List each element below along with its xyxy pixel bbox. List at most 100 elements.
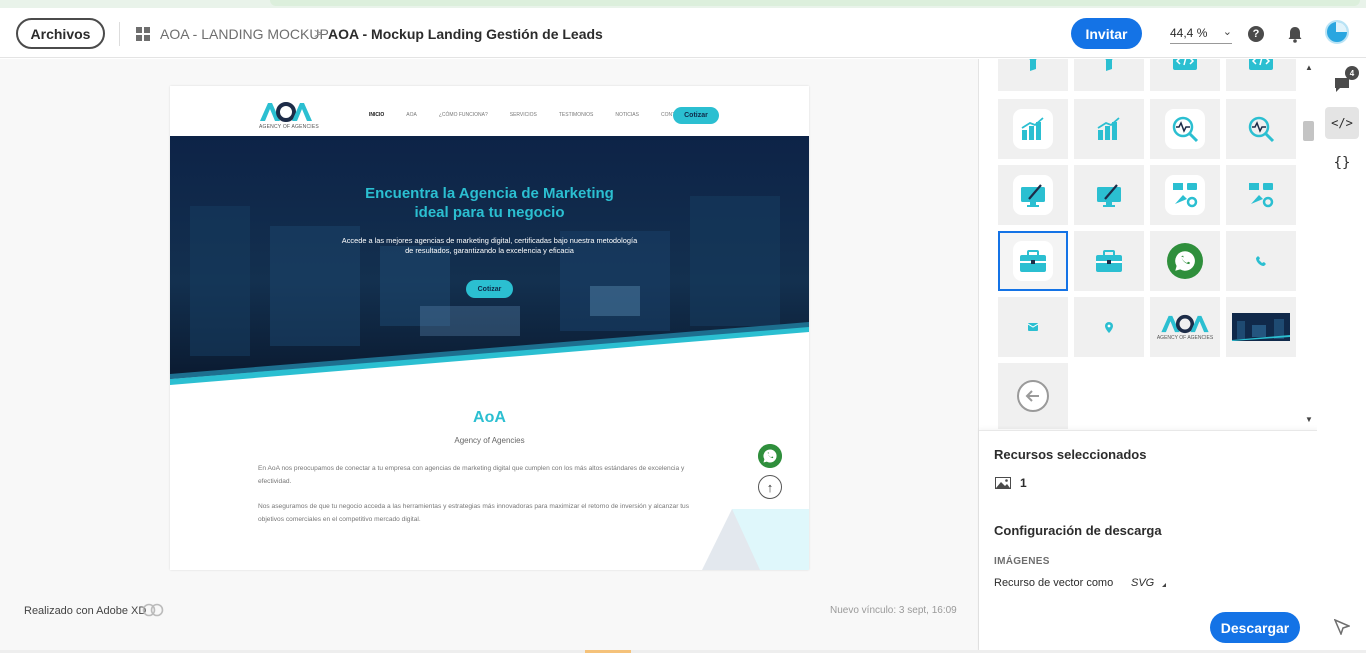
code-icon (1249, 59, 1273, 70)
help-icon[interactable]: ? (1248, 26, 1264, 42)
location-icon (1105, 321, 1113, 333)
hero-image-thumbnail (1232, 313, 1290, 341)
asset-tile-hero-image[interactable] (1226, 297, 1296, 357)
asset-tile-marketing-2[interactable] (1226, 165, 1296, 225)
asset-tile-chart-2[interactable] (1074, 99, 1144, 159)
aoa-logo (1161, 314, 1209, 333)
marketing-icon (1249, 183, 1274, 208)
asset-tile-design-1[interactable] (998, 165, 1068, 225)
hero-title-line-1: Encuentra la Agencia de Marketing (365, 185, 614, 202)
assets-panel: AGENCY OF AGENCIES ▲ ▼ Recursos seleccio… (978, 59, 1318, 653)
section-title: AoA (473, 409, 506, 426)
logo-tile-subtitle: AGENCY OF AGENCIES (1156, 334, 1214, 341)
made-with-adobe-xd: Realizado con Adobe XD (24, 605, 147, 617)
breadcrumb-project[interactable]: AOA - LANDING MOCKUP (160, 26, 329, 42)
asset-tile-chart-1[interactable] (998, 99, 1068, 159)
avatar[interactable] (1325, 20, 1349, 44)
asset-tile-analytics-1[interactable] (1150, 99, 1220, 159)
scroll-up-arrow[interactable]: ▲ (1305, 63, 1313, 72)
dropdown-corner-icon[interactable] (1162, 583, 1166, 587)
creative-cloud-icon (142, 603, 164, 617)
marketing-icon (1173, 183, 1198, 208)
back-arrow-icon (1017, 380, 1049, 412)
asset-tile-location[interactable] (1074, 297, 1144, 357)
new-link-timestamp: Nuevo vínculo: 3 sept, 16:09 (830, 605, 957, 616)
asset-tile-mail[interactable] (998, 297, 1068, 357)
phone-icon (1256, 256, 1266, 266)
paragraph-1: En AoA nos preocupamos de conectar a tu … (258, 465, 685, 485)
scrollbar-thumb[interactable] (1303, 121, 1314, 141)
nav-cotizar-button: Cotizar (673, 107, 719, 124)
download-config-title: Configuración de descarga (994, 523, 1162, 538)
asset-tile-analytics-2[interactable] (1226, 99, 1296, 159)
tile-icon-bg (1013, 109, 1053, 149)
tile-icon-bg (1013, 175, 1053, 215)
tile-icon-bg (1013, 241, 1053, 281)
selection-panel: Recursos seleccionados 1 Configuración d… (979, 430, 1318, 653)
vector-resource-label: Recurso de vector como (994, 577, 1114, 589)
whatsapp-icon (758, 444, 782, 468)
hero-background-image (170, 136, 809, 385)
decorative-triangles (702, 509, 809, 570)
funnel-icon (1105, 59, 1113, 71)
analytics-icon (1248, 116, 1275, 143)
download-button[interactable]: Descargar (1210, 612, 1300, 643)
briefcase-icon (1020, 250, 1046, 272)
comment-icon[interactable] (1334, 77, 1350, 93)
asset-tile-funnel-1[interactable] (998, 59, 1068, 91)
breadcrumb-screen: AOA - Mockup Landing Gestión de Leads (328, 26, 603, 42)
asset-tile-design-2[interactable] (1074, 165, 1144, 225)
hero-title-line-2: ideal para tu negocio (414, 204, 565, 221)
artboard[interactable]: AGENCY OF AGENCIES INICIO AOA ¿CÓMO FUNC… (170, 86, 809, 570)
design-canvas: AGENCY OF AGENCIES INICIO AOA ¿CÓMO FUNC… (0, 59, 978, 653)
whatsapp-icon (1167, 243, 1203, 279)
bell-icon[interactable] (1287, 26, 1303, 43)
aoa-logo (260, 102, 312, 122)
funnel-icon (1029, 59, 1037, 71)
asset-tile-phone[interactable] (1226, 231, 1296, 291)
zoom-select[interactable]: 44,4 % ⌄ (1170, 26, 1232, 44)
nav-noticias: NOTICIAS (615, 112, 639, 118)
nav-servicios: SERVICIOS (509, 112, 537, 118)
archivos-button[interactable]: Archivos (16, 18, 105, 49)
hero-cotizar-button: Cotizar (466, 280, 513, 298)
image-icon (995, 477, 1011, 489)
monitor-brush-icon (1021, 184, 1045, 207)
invite-button[interactable]: Invitar (1071, 18, 1142, 49)
vector-format-select[interactable]: SVG (1131, 577, 1154, 589)
code-view-tab[interactable]: </> (1325, 107, 1359, 139)
asset-tile-briefcase-1-selected[interactable] (998, 231, 1068, 291)
asset-tile-funnel-2[interactable] (1074, 59, 1144, 91)
mail-icon (1028, 323, 1038, 331)
artboard-nav-links: INICIO AOA ¿CÓMO FUNCIONA? SERVICIOS TES… (369, 112, 711, 118)
selected-count: 1 (1020, 476, 1027, 490)
tile-icon-bg (1165, 175, 1205, 215)
feedback-icon[interactable] (1334, 619, 1350, 635)
nav-como-funciona: ¿CÓMO FUNCIONA? (438, 112, 488, 118)
briefcase-icon (1096, 250, 1122, 272)
asset-tile-back-arrow[interactable] (998, 363, 1068, 429)
asset-tile-code-1[interactable] (1150, 59, 1220, 91)
browser-top-strip (0, 0, 1366, 8)
scroll-down-arrow[interactable]: ▼ (1305, 415, 1313, 424)
code-icon (1173, 59, 1197, 70)
hero-title: Encuentra la Agencia de Marketing ideal … (170, 184, 809, 222)
nav-inicio: INICIO (369, 112, 385, 118)
asset-tile-whatsapp[interactable] (1150, 231, 1220, 291)
bar-chart-icon (1097, 117, 1120, 140)
paragraph-2: Nos aseguramos de que tu negocio acceda … (258, 503, 690, 523)
braces-view-tab[interactable]: {} (1325, 147, 1359, 179)
asset-tile-marketing-1[interactable] (1150, 165, 1220, 225)
bar-chart-icon (1021, 117, 1044, 140)
zoom-value: 44,4 % (1170, 26, 1208, 40)
scroll-up-icon: ↑ (758, 475, 782, 499)
logo-subtitle: AGENCY OF AGENCIES (259, 124, 319, 130)
asset-tile-aoa-logo[interactable]: AGENCY OF AGENCIES (1150, 297, 1220, 357)
selected-resources-title: Recursos seleccionados (994, 447, 1147, 462)
grid-icon[interactable] (136, 27, 150, 41)
right-rail: 4 </> {} (1317, 59, 1366, 653)
asset-tile-briefcase-2[interactable] (1074, 231, 1144, 291)
hero-subtitle: Accede a las mejores agencias de marketi… (341, 236, 638, 255)
monitor-brush-icon (1097, 184, 1121, 207)
asset-tile-code-2[interactable] (1226, 59, 1296, 91)
